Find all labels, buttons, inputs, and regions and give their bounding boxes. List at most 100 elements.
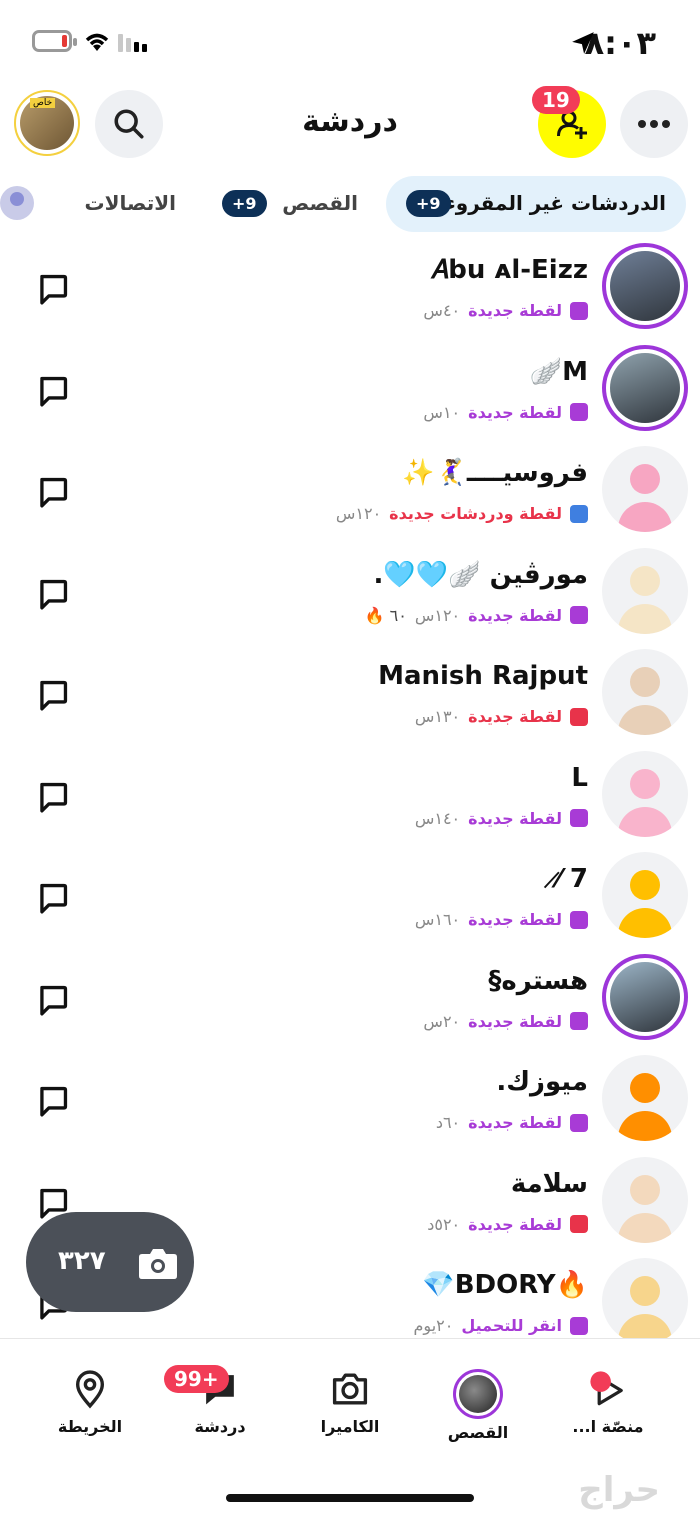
wifi-icon [85,33,109,51]
chat-bubble-icon[interactable] [36,373,70,409]
nav-stories[interactable]: القصص [418,1369,538,1442]
nav-spotlight-label: منصّة ا... [572,1417,644,1436]
chat-status-label: لقطة جديدة [468,910,562,929]
avatar[interactable] [602,1258,688,1344]
chat-status: لقطة ودردشات جديدة ١٢٠س [336,504,588,523]
nav-chat-label: دردشة [194,1417,246,1436]
avatar[interactable] [602,953,688,1040]
status-square-icon [570,504,588,523]
chat-status: لقطة جديدة ٥٢٠د [427,1215,588,1234]
map-pin-icon [75,1370,105,1409]
chat-status: لقطة جديدة ١٦٠س [415,910,588,929]
chat-time: ١٤٠س [414,808,461,828]
tab-stories-count: +9 [222,190,267,217]
nav-map[interactable]: الخريطة [30,1369,150,1436]
chat-name: فروسيــــ🤾‍♀️✨ [402,458,588,488]
chat-row[interactable]: مورڤين 🪽🩵🩵. لقطة جديدة ١٢٠س ٦٠ 🔥 [0,547,700,649]
chat-name: ميوزك. [496,1067,588,1097]
status-square-icon [570,301,588,320]
tab-unread-count: +9 [406,190,451,217]
camera-icon [139,1249,177,1279]
chat-bubble-icon[interactable] [36,982,70,1018]
avatar[interactable] [602,547,688,634]
chat-row[interactable]: هستره§ لقطة جديدة ٢٠س [0,953,700,1055]
chat-name: 𝐴bu ᴀl-Eizz [430,255,588,285]
avatar[interactable] [602,649,688,735]
chat-status-label: لقطة جديدة [468,1011,562,1031]
more-button[interactable] [620,90,688,158]
chat-bubble-icon[interactable] [36,271,70,307]
tab-stories[interactable]: القصص +9 [220,176,370,232]
friend-requests-badge: 19 [532,86,580,114]
chat-status-label: لقطة جديدة [468,301,562,320]
status-square-icon [570,707,588,726]
camera-fab[interactable]: ٣٢٧ [26,1212,194,1312]
status-square-icon [570,1012,588,1030]
camera-icon [332,1373,368,1405]
status-square-icon [570,910,588,929]
watermark: حراج [578,1470,660,1510]
nav-stories-label: القصص [447,1423,509,1442]
nav-map-label: الخريطة [57,1417,123,1436]
chat-time: ١٢٠س [335,504,382,523]
nav-chat[interactable]: دردشة 99+ [160,1365,280,1436]
battery-icon [32,30,77,52]
play-icon [590,1371,623,1406]
chat-status-label: لقطة جديدة [468,1113,562,1132]
chat-status: لقطة جديدة ٦٠د [436,1113,588,1132]
chat-status-label: انقر للتحميل [461,1316,562,1335]
tab-contacts[interactable]: الاتصالات [70,176,190,232]
chat-status: انقر للتحميل ٢٠يوم [414,1316,588,1335]
chat-status: لقطة جديدة ١٢٠س ٦٠ 🔥 [365,606,588,625]
chat-name: Manish Rajput [378,661,588,691]
avatar[interactable] [602,750,688,837]
status-square-icon [570,1316,588,1335]
avatar[interactable] [602,243,688,329]
nav-chat-badge: 99+ [164,1365,229,1393]
chat-bubble-icon[interactable] [36,677,70,713]
more-icon [638,120,670,128]
location-arrow-icon [572,32,594,54]
chat-time: ٦٠د [435,1113,461,1132]
chat-status: لقطة جديدة ٤٠س [423,301,588,320]
chat-time: ١٢٠س [414,605,461,625]
chat-bubble-icon[interactable] [36,474,70,510]
chat-bubble-icon[interactable] [36,1083,70,1119]
chat-bubble-icon[interactable] [36,779,70,815]
avatar-image [610,961,680,1032]
chat-row[interactable]: M🪽 لقطة جديدة ١٠س [0,344,700,446]
chat-time: ١٦٠س [414,910,461,929]
status-square-icon [570,809,588,827]
status-square-icon [570,606,588,624]
chat-row[interactable]: L لقطة جديدة ١٤٠س [0,750,700,852]
nav-spotlight[interactable]: منصّة ا... [548,1369,668,1436]
avatar[interactable] [602,1055,688,1141]
avatar-image [602,548,688,634]
chat-time: ٢٠يوم [413,1316,454,1335]
chat-row[interactable]: 7 ⁄̷ لقطة جديدة ١٦٠س [0,852,700,953]
avatar-image [610,251,680,321]
chat-bubble-icon[interactable] [36,576,70,612]
tab-overflow-avatar[interactable] [0,186,34,220]
avatar[interactable] [602,344,688,431]
avatar-image [602,1055,688,1141]
chat-bubble-icon[interactable] [36,880,70,916]
nav-camera-label: الكاميرا [320,1417,380,1436]
chat-status-label: لقطة جديدة [468,402,562,422]
avatar[interactable] [602,446,688,532]
chat-time: ١٣٠س [414,707,461,726]
chat-row[interactable]: فروسيــــ🤾‍♀️✨ لقطة ودردشات جديدة ١٢٠س [0,446,700,547]
chat-status: لقطة جديدة ١٤٠س [415,809,588,828]
chat-row[interactable]: ميوزك. لقطة جديدة ٦٠د [0,1055,700,1156]
nav-camera[interactable]: الكاميرا [290,1369,410,1436]
tab-unread-chats[interactable]: الدردشات غير المقروءة +9 [386,176,686,232]
status-square-icon [570,403,588,421]
chat-row[interactable]: Manish Rajput لقطة جديدة ١٣٠س [0,649,700,750]
chat-time: ٤٠س [423,301,461,320]
home-indicator[interactable] [226,1494,474,1502]
avatar[interactable] [602,1156,688,1243]
avatar[interactable] [602,852,688,938]
tab-stories-label: القصص [282,191,358,215]
chat-row[interactable]: 𝐴bu ᴀl-Eizz لقطة جديدة ٤٠س [0,243,700,344]
avatar-image [602,852,688,938]
